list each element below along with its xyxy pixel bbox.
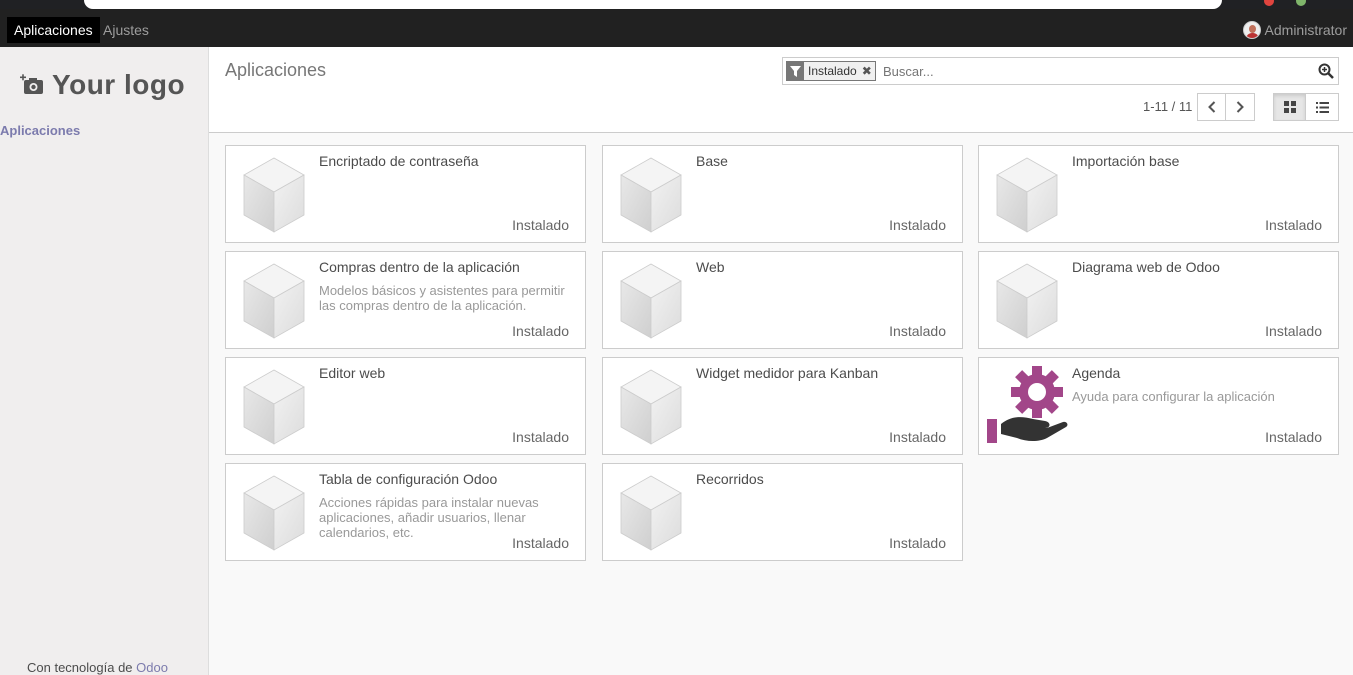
module-name: Widget medidor para Kanban [696,365,879,381]
chevron-right-icon [1236,101,1244,113]
module-summary: Ayuda para configurar la aplicación [1072,389,1275,404]
cube-icon [620,263,682,339]
list-icon [1315,101,1329,113]
filter-icon [787,62,804,80]
gear-hand-icon [987,366,1068,443]
module-name: Encriptado de contraseña [319,153,479,169]
company-logo[interactable]: Your logo [20,69,185,101]
list-view-button[interactable] [1306,93,1339,121]
module-card[interactable]: Widget medidor para Kanban Instalado [602,357,963,455]
avatar [1242,21,1261,39]
module-card[interactable]: Encriptado de contraseña Instalado [225,145,586,243]
view-switcher [1273,93,1339,121]
close-icon[interactable]: ✖ [862,64,872,78]
kanban-view-button[interactable] [1273,93,1306,121]
module-status: Instalado [889,429,946,445]
cube-icon [620,475,682,551]
cube-icon [243,369,305,445]
module-status: Instalado [889,323,946,339]
browser-toolbar [0,0,1353,9]
module-status: Instalado [512,323,569,339]
sidebar: Your logo Aplicaciones Con tecnología de… [0,47,209,675]
filter-facet[interactable]: Instalado ✖ [786,61,876,81]
cube-icon [620,157,682,233]
cube-icon [996,263,1058,339]
module-status: Instalado [889,217,946,233]
module-name: Editor web [319,365,386,381]
nav-item-aplicaciones[interactable]: Aplicaciones [7,17,100,43]
module-card[interactable]: Base Instalado [602,145,963,243]
logo-text: Your logo [52,69,186,100]
pager-next-button[interactable] [1226,93,1255,121]
extension-icon[interactable] [1264,0,1274,6]
module-status: Instalado [889,535,946,551]
module-card[interactable]: Editor web Instalado [225,357,586,455]
cube-icon [996,157,1058,233]
cube-icon [243,475,305,551]
module-name: Base [696,153,728,169]
module-status: Instalado [512,535,569,551]
module-card[interactable]: Diagrama web de Odoo Instalado [978,251,1339,349]
user-menu[interactable]: Administrator [1242,21,1347,39]
module-name: Web [696,259,725,275]
cube-icon [243,263,305,339]
module-name: Importación base [1072,153,1180,169]
pager-previous-button[interactable] [1197,93,1226,121]
module-name: Agenda [1072,365,1121,381]
module-name: Diagrama web de Odoo [1072,259,1220,275]
module-card[interactable]: Recorridos Instalado [602,463,963,561]
module-status: Instalado [1265,429,1322,445]
cube-icon [243,157,305,233]
facet-label: Instalado [808,64,857,78]
module-status: Instalado [1265,217,1322,233]
main-navbar: Aplicaciones Ajustes Administrator [0,9,1353,47]
module-card[interactable]: Compras dentro de la aplicación Modelos b… [225,251,586,349]
control-panel: Aplicaciones Instalado ✖ 1-11 / 11 [209,47,1353,133]
module-name: Recorridos [696,471,764,487]
chevron-left-icon [1207,101,1215,113]
module-card[interactable]: Web Instalado [602,251,963,349]
pager-value[interactable]: 1-11 / 11 [1143,99,1192,114]
powered-by-text: Con tecnología de [27,660,133,675]
module-name: Compras dentro de la aplicación [319,259,520,275]
search-view: Instalado ✖ [782,57,1339,85]
sidebar-item-aplicaciones[interactable]: Aplicaciones [0,123,80,138]
module-card[interactable]: Importación base Instalado [978,145,1339,243]
module-status: Instalado [1265,323,1322,339]
module-status: Instalado [512,217,569,233]
module-summary: Acciones rápidas para instalar nuevas ap… [319,495,539,540]
camera-plus-icon [20,74,43,94]
powered-by: Con tecnología de Odoo [27,660,168,675]
grid-icon [1283,101,1296,113]
search-input[interactable] [883,62,1303,80]
module-name: Tabla de configuración Odoo [319,471,498,487]
search-options-icon[interactable] [1318,63,1334,79]
extension-icon[interactable] [1296,0,1306,6]
user-name: Administrator [1264,22,1347,38]
module-summary: Modelos básicos y asistentes para permit… [319,283,565,313]
pager-buttons [1197,93,1255,121]
cube-icon [620,369,682,445]
module-status: Instalado [512,429,569,445]
nav-item-ajustes[interactable]: Ajustes [96,17,156,43]
module-card[interactable]: Agenda Ayuda para configurar la aplicació… [978,357,1339,455]
page-title: Aplicaciones [225,60,327,80]
odoo-link[interactable]: Odoo [136,660,168,675]
module-card[interactable]: Tabla de configuración Odoo Acciones rápi… [225,463,586,561]
address-bar[interactable] [84,0,1222,9]
